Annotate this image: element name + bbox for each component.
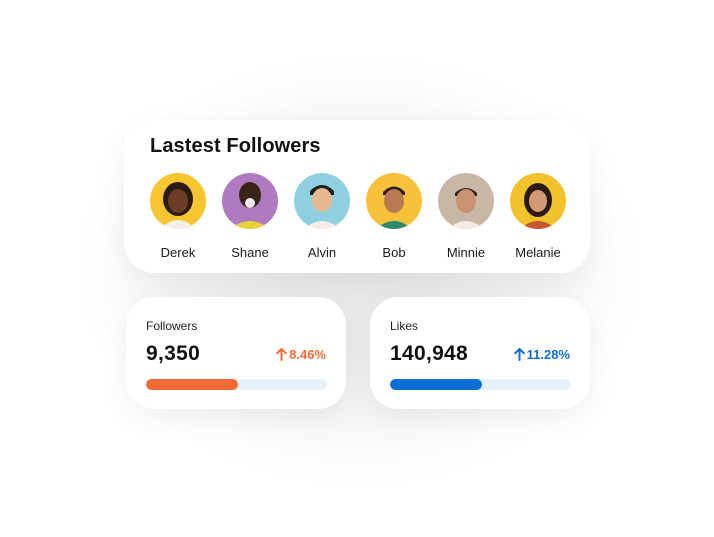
stat-label: Likes [390,319,419,333]
followers-progress-track [146,379,327,390]
avatar[interactable] [150,173,206,229]
follower-name: Alvin [307,245,337,260]
follower-item-bob[interactable]: Bob [366,173,422,260]
followers-stat-card: Followers 9,350 8.46% [126,297,346,409]
likes-progress-track [390,379,571,390]
avatar[interactable] [294,173,350,229]
follower-name: Melanie [515,245,561,260]
stat-change-value: 11.28% [526,347,570,362]
stat-change: 8.46% [276,347,326,362]
stat-value: 140,948 [390,342,469,365]
follower-item-minnie[interactable]: Minnie [438,173,494,260]
latest-followers-card: Lastest Followers Derek Shane Alvin Bob … [124,120,590,273]
follower-item-derek[interactable]: Derek [150,173,206,260]
stage: Lastest Followers Derek Shane Alvin Bob … [0,0,714,537]
stat-change-value: 8.46% [289,347,326,362]
avatar[interactable] [366,173,422,229]
arrow-up-icon [276,348,287,361]
follower-name: Shane [231,245,269,260]
follower-name: Bob [382,245,406,260]
follower-item-shane[interactable]: Shane [222,173,278,260]
follower-item-alvin[interactable]: Alvin [294,173,350,260]
avatar[interactable] [438,173,494,229]
follower-name: Minnie [446,245,486,260]
follower-name: Derek [160,245,196,260]
followers-card-title: Lastest Followers [150,135,321,157]
stat-label: Followers [146,319,198,333]
stat-value: 9,350 [146,342,201,365]
stat-change: 11.28% [513,347,570,362]
avatar[interactable] [222,173,278,229]
likes-progress-fill [390,379,483,390]
followers-progress-fill [146,379,239,390]
likes-stat-card: Likes 140,948 11.28% [370,297,590,409]
arrow-up-icon [513,348,525,361]
follower-item-melanie[interactable]: Melanie [510,173,566,260]
followers-avatar-list: Derek Shane Alvin Bob Minnie Melanie [150,173,566,263]
avatar[interactable] [510,173,566,229]
